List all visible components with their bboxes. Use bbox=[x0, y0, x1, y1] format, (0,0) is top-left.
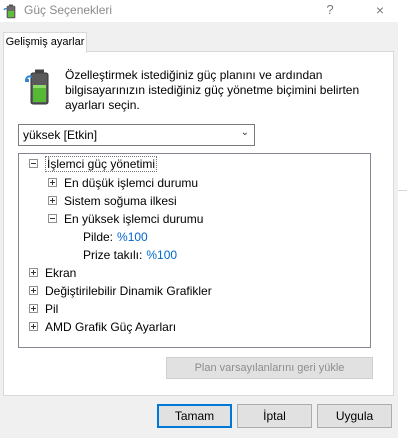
expand-icon[interactable] bbox=[29, 304, 38, 314]
tree-item-max-processor-state[interactable]: En yüksek işlemci durumu bbox=[48, 210, 203, 228]
battery-plug-icon bbox=[24, 67, 54, 107]
collapse-icon[interactable] bbox=[29, 159, 38, 169]
window-title: Güç Seçenekleri bbox=[24, 3, 113, 17]
power-plan-select-value: yüksek [Etkin] bbox=[23, 128, 98, 142]
tree-item-min-processor-state[interactable]: En düşük işlemci durumu bbox=[48, 174, 198, 192]
setting-label: Pilde: bbox=[83, 230, 114, 244]
expand-icon[interactable] bbox=[48, 196, 57, 206]
plugged-in-value-link[interactable]: %100 bbox=[146, 248, 177, 262]
tree-item-label: Pil bbox=[45, 302, 59, 316]
background-window-edge bbox=[398, 22, 407, 438]
help-button[interactable]: ? bbox=[318, 0, 342, 20]
tree-item-processor-power[interactable]: İşlemci güç yönetimi bbox=[29, 155, 158, 173]
apply-button[interactable]: Uygula bbox=[317, 404, 392, 428]
chevron-down-icon[interactable]: ⌄ bbox=[241, 127, 249, 138]
background-divider bbox=[398, 190, 407, 191]
tree-item-cooling-policy[interactable]: Sistem soğuma ilkesi bbox=[48, 192, 177, 210]
expand-icon[interactable] bbox=[29, 322, 38, 332]
power-plan-select[interactable]: yüksek [Etkin] ⌄ bbox=[18, 124, 255, 146]
setting-label: Prize takılı: bbox=[83, 248, 143, 262]
tree-item-amd-graphics-power[interactable]: AMD Grafik Güç Ayarları bbox=[29, 318, 176, 336]
tree-item-switchable-graphics[interactable]: Değiştirilebilir Dinamik Grafikler bbox=[29, 282, 212, 300]
setting-on-battery[interactable]: Pilde: %100 bbox=[83, 228, 148, 246]
close-button[interactable]: × bbox=[364, 0, 396, 20]
power-battery-icon bbox=[3, 3, 19, 19]
settings-tree[interactable]: İşlemci güç yönetimi En düşük işlemci du… bbox=[18, 153, 371, 348]
tree-item-processor-label: İşlemci güç yönetimi bbox=[45, 156, 158, 172]
tree-item-display[interactable]: Ekran bbox=[29, 264, 76, 282]
title-bar: Güç Seçenekleri ? × bbox=[0, 0, 407, 22]
tab-advanced-settings[interactable]: Gelişmiş ayarlar bbox=[3, 32, 87, 53]
setting-plugged-in[interactable]: Prize takılı: %100 bbox=[83, 246, 177, 264]
on-battery-value-link[interactable]: %100 bbox=[117, 230, 148, 244]
tree-item-label: Sistem soğuma ilkesi bbox=[64, 194, 177, 208]
ok-button[interactable]: Tamam bbox=[157, 404, 232, 428]
tree-item-battery[interactable]: Pil bbox=[29, 300, 58, 318]
collapse-icon[interactable] bbox=[48, 214, 57, 224]
restore-plan-defaults-button[interactable]: Plan varsayılanlarını geri yükle bbox=[166, 357, 373, 379]
expand-icon[interactable] bbox=[48, 178, 57, 188]
tree-item-label: En yüksek işlemci durumu bbox=[64, 212, 204, 226]
expand-icon[interactable] bbox=[29, 268, 38, 278]
tree-item-label: AMD Grafik Güç Ayarları bbox=[45, 320, 177, 334]
expand-icon[interactable] bbox=[29, 286, 38, 296]
tree-item-label: Ekran bbox=[45, 266, 77, 280]
plan-description: Özelleştirmek istediğiniz güç planını ve… bbox=[65, 68, 360, 112]
cancel-button[interactable]: İptal bbox=[237, 404, 312, 428]
tree-item-label: Değiştirilebilir Dinamik Grafikler bbox=[45, 284, 212, 298]
tree-item-label: En düşük işlemci durumu bbox=[64, 176, 199, 190]
